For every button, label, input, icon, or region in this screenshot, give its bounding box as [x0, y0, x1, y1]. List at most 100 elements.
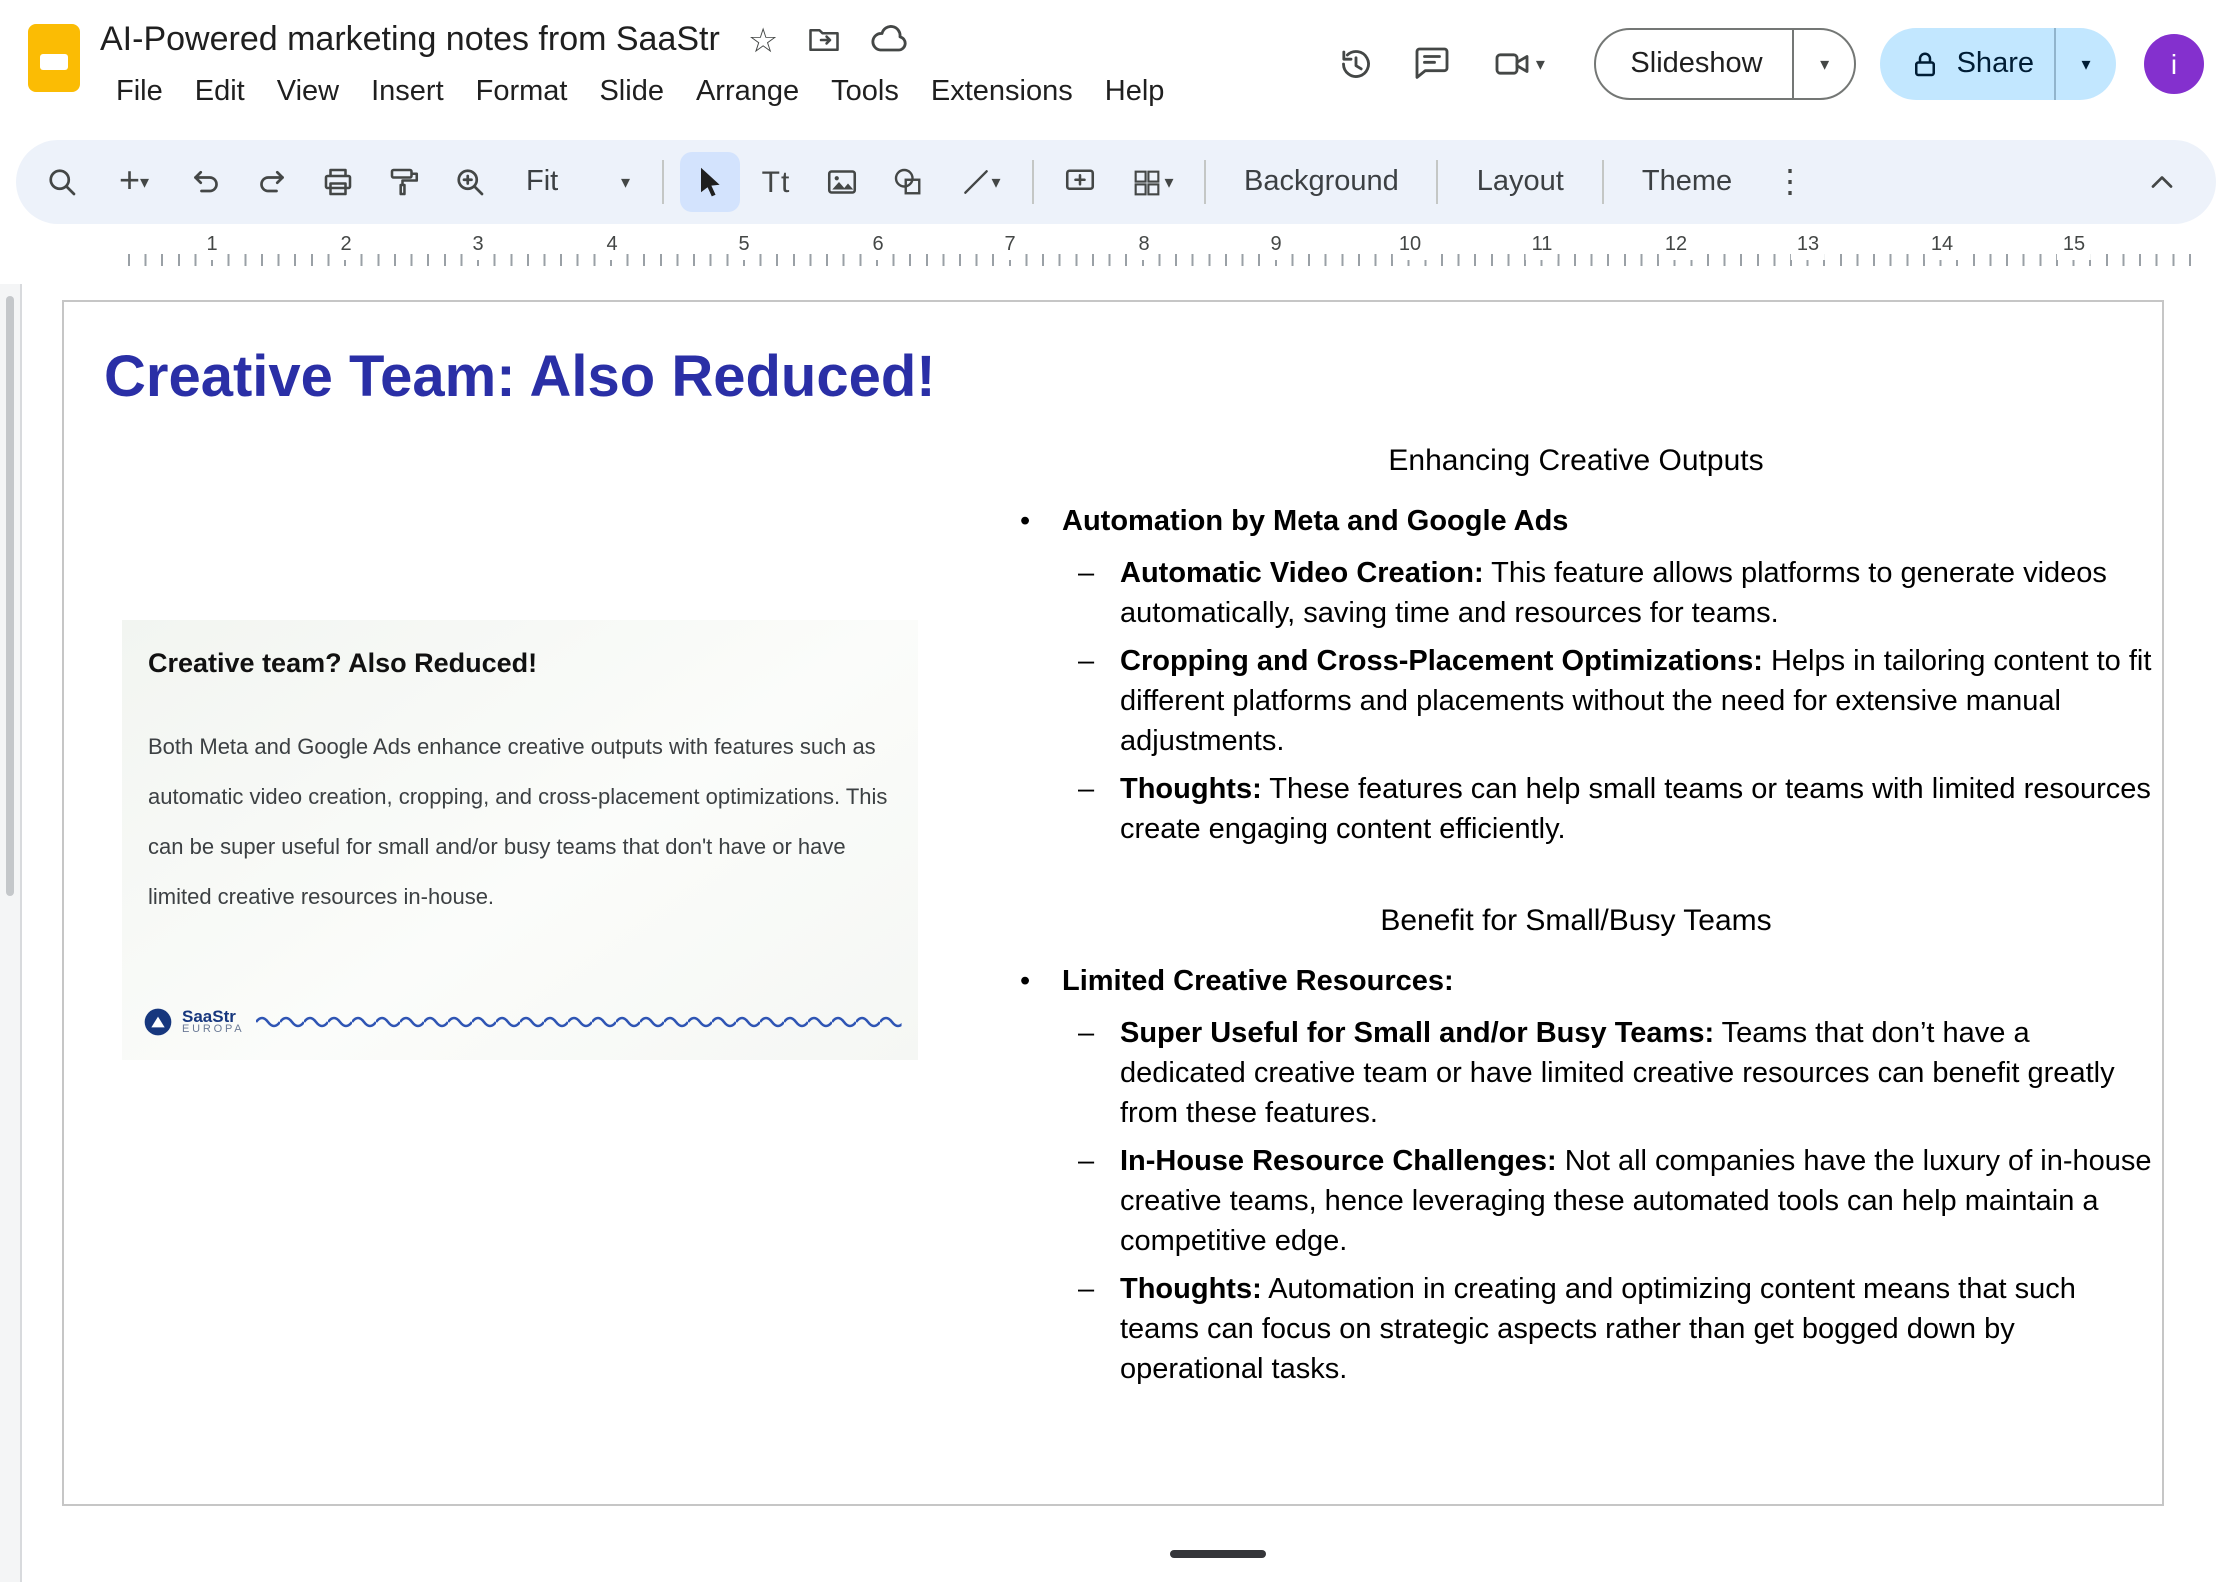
- menu-arrange[interactable]: Arrange: [680, 70, 815, 114]
- sub-bullet-text: Automatic Video Creation: This feature a…: [1120, 558, 2107, 630]
- insert-comment-icon: [1062, 164, 1098, 200]
- caret-down-icon: ▾: [1820, 55, 1829, 73]
- dash-icon: –: [1078, 554, 1094, 594]
- menu-bar: File Edit View Insert Format Slide Arran…: [100, 70, 1180, 114]
- chevron-up-icon: [2144, 164, 2180, 200]
- ruler-mark: 7: [998, 232, 1021, 260]
- google-slides-app: AI-Powered marketing notes from SaaStr ☆…: [0, 0, 2232, 1582]
- share-dropdown[interactable]: ▾: [2056, 28, 2116, 100]
- lock-icon: [1911, 49, 1941, 79]
- slideshow-button[interactable]: Slideshow ▾: [1594, 28, 1856, 100]
- menu-insert[interactable]: Insert: [355, 70, 460, 114]
- sub-bullet-item: – Automatic Video Creation: This feature…: [994, 554, 2158, 634]
- sub-bullet-item: – Super Useful for Small and/or Busy Tea…: [994, 1014, 2158, 1134]
- insert-comment-button[interactable]: [1050, 152, 1110, 212]
- caret-down-icon: ▾: [621, 173, 630, 191]
- sub-bullet-item: – Thoughts: These features can help smal…: [994, 770, 2158, 850]
- toolbar-divider: [1437, 160, 1439, 204]
- toolbar-divider: [1032, 160, 1034, 204]
- bullet-item: • Limited Creative Resources:: [994, 962, 2158, 1002]
- menu-slide[interactable]: Slide: [583, 70, 680, 114]
- hide-menus-button[interactable]: [2132, 152, 2192, 212]
- text-box-button[interactable]: Tt: [746, 152, 806, 212]
- toolbar-wrap: + ▾: [0, 132, 2232, 224]
- filmstrip-scrollbar[interactable]: [6, 296, 14, 896]
- undo-icon: [188, 164, 224, 200]
- background-button[interactable]: Background: [1222, 156, 1421, 208]
- bullet-text: Limited Creative Resources:: [1062, 966, 1454, 998]
- sub-bullet-text: In-House Resource Challenges: Not all co…: [1120, 1146, 2152, 1258]
- undo-button[interactable]: [176, 152, 236, 212]
- dash-icon: –: [1078, 1270, 1094, 1310]
- bullet-icon: •: [1020, 502, 1030, 542]
- insert-line-button[interactable]: ▾: [944, 152, 1016, 212]
- redo-icon: [254, 164, 290, 200]
- ruler-mark: 10: [1393, 232, 1427, 260]
- embed-body: Both Meta and Google Ads enhance creativ…: [148, 724, 912, 924]
- zoom-fit-select[interactable]: Fit ▾: [506, 152, 646, 212]
- document-title[interactable]: AI-Powered marketing notes from SaaStr: [100, 20, 720, 60]
- toolbar-divider: [1602, 160, 1604, 204]
- dash-icon: –: [1078, 1014, 1094, 1054]
- search-icon: [44, 164, 80, 200]
- cloud-status-icon[interactable]: [870, 20, 910, 60]
- dash-icon: –: [1078, 1142, 1094, 1182]
- meet-button[interactable]: ▾: [1470, 28, 1566, 100]
- slide-canvas[interactable]: Creative Team: Also Reduced! Creative te…: [0, 272, 2232, 1582]
- ruler-mark: 9: [1264, 232, 1287, 260]
- menu-file[interactable]: File: [100, 70, 179, 114]
- sub-bullet-item: – Thoughts: Automation in creating and o…: [994, 1270, 2158, 1390]
- slides-logo-icon[interactable]: [28, 24, 80, 92]
- insert-shape-button[interactable]: [878, 152, 938, 212]
- toolbar-overflow-button[interactable]: ⋮: [1760, 152, 1820, 212]
- menu-edit[interactable]: Edit: [179, 70, 261, 114]
- toolbar-divider: [662, 160, 664, 204]
- text-box-icon: Tt: [762, 165, 791, 199]
- zoom-button[interactable]: [440, 152, 500, 212]
- menu-format[interactable]: Format: [460, 70, 584, 114]
- bullet-text: Automation by Meta and Google Ads: [1062, 506, 1568, 538]
- share-button[interactable]: Share ▾: [1881, 28, 2116, 100]
- ruler-mark: 8: [1132, 232, 1155, 260]
- slide-page[interactable]: Creative Team: Also Reduced! Creative te…: [62, 300, 2164, 1506]
- share-main[interactable]: Share: [1881, 48, 2054, 80]
- account-avatar[interactable]: i: [2144, 34, 2204, 94]
- video-camera-icon: [1492, 44, 1532, 84]
- kebab-icon: ⋮: [1774, 162, 1806, 202]
- caret-down-icon: ▾: [991, 173, 1000, 191]
- redo-button[interactable]: [242, 152, 302, 212]
- print-icon: [320, 164, 356, 200]
- menu-help[interactable]: Help: [1089, 70, 1181, 114]
- slides-logo-bar: [40, 54, 68, 70]
- saastr-logo-line1: SaaStr: [182, 1007, 244, 1024]
- filmstrip-collapsed[interactable]: [0, 284, 22, 1582]
- embed-footer: SaaStr EUROPA: [142, 1000, 902, 1044]
- slide-text-block[interactable]: Enhancing Creative Outputs • Automation …: [994, 442, 2158, 1398]
- saastr-logo-icon: [142, 1006, 174, 1038]
- slideshow-dropdown[interactable]: ▾: [1795, 28, 1855, 100]
- toolbar-divider: [1204, 160, 1206, 204]
- layout-button[interactable]: Layout: [1455, 156, 1586, 208]
- horizontal-scrollbar-thumb[interactable]: [1170, 1550, 1266, 1558]
- slide-title[interactable]: Creative Team: Also Reduced!: [104, 346, 936, 412]
- embedded-image[interactable]: Creative team? Also Reduced! Both Meta a…: [122, 620, 918, 1060]
- print-button[interactable]: [308, 152, 368, 212]
- menu-tools[interactable]: Tools: [815, 70, 915, 114]
- comments-button[interactable]: [1394, 28, 1470, 100]
- sub-bullet-text: Thoughts: Automation in creating and opt…: [1120, 1274, 2076, 1386]
- star-icon[interactable]: ☆: [748, 23, 779, 57]
- move-folder-icon[interactable]: [806, 22, 842, 58]
- menu-extensions[interactable]: Extensions: [915, 70, 1089, 114]
- new-slide-button[interactable]: + ▾: [98, 152, 170, 212]
- theme-button[interactable]: Theme: [1620, 156, 1754, 208]
- insert-image-button[interactable]: [812, 152, 872, 212]
- menu-view[interactable]: View: [261, 70, 355, 114]
- saastr-logo-text: SaaStr EUROPA: [182, 1007, 244, 1037]
- guides-grid-button[interactable]: ▾: [1116, 152, 1188, 212]
- version-history-button[interactable]: [1318, 28, 1394, 100]
- paint-format-button[interactable]: [374, 152, 434, 212]
- horizontal-ruler[interactable]: 1 2 3 4 5 6 7 8 9 10 11 12 13 14 15: [16, 232, 2216, 272]
- image-icon: [824, 164, 860, 200]
- select-tool-button[interactable]: [680, 152, 740, 212]
- search-menus-button[interactable]: [32, 152, 92, 212]
